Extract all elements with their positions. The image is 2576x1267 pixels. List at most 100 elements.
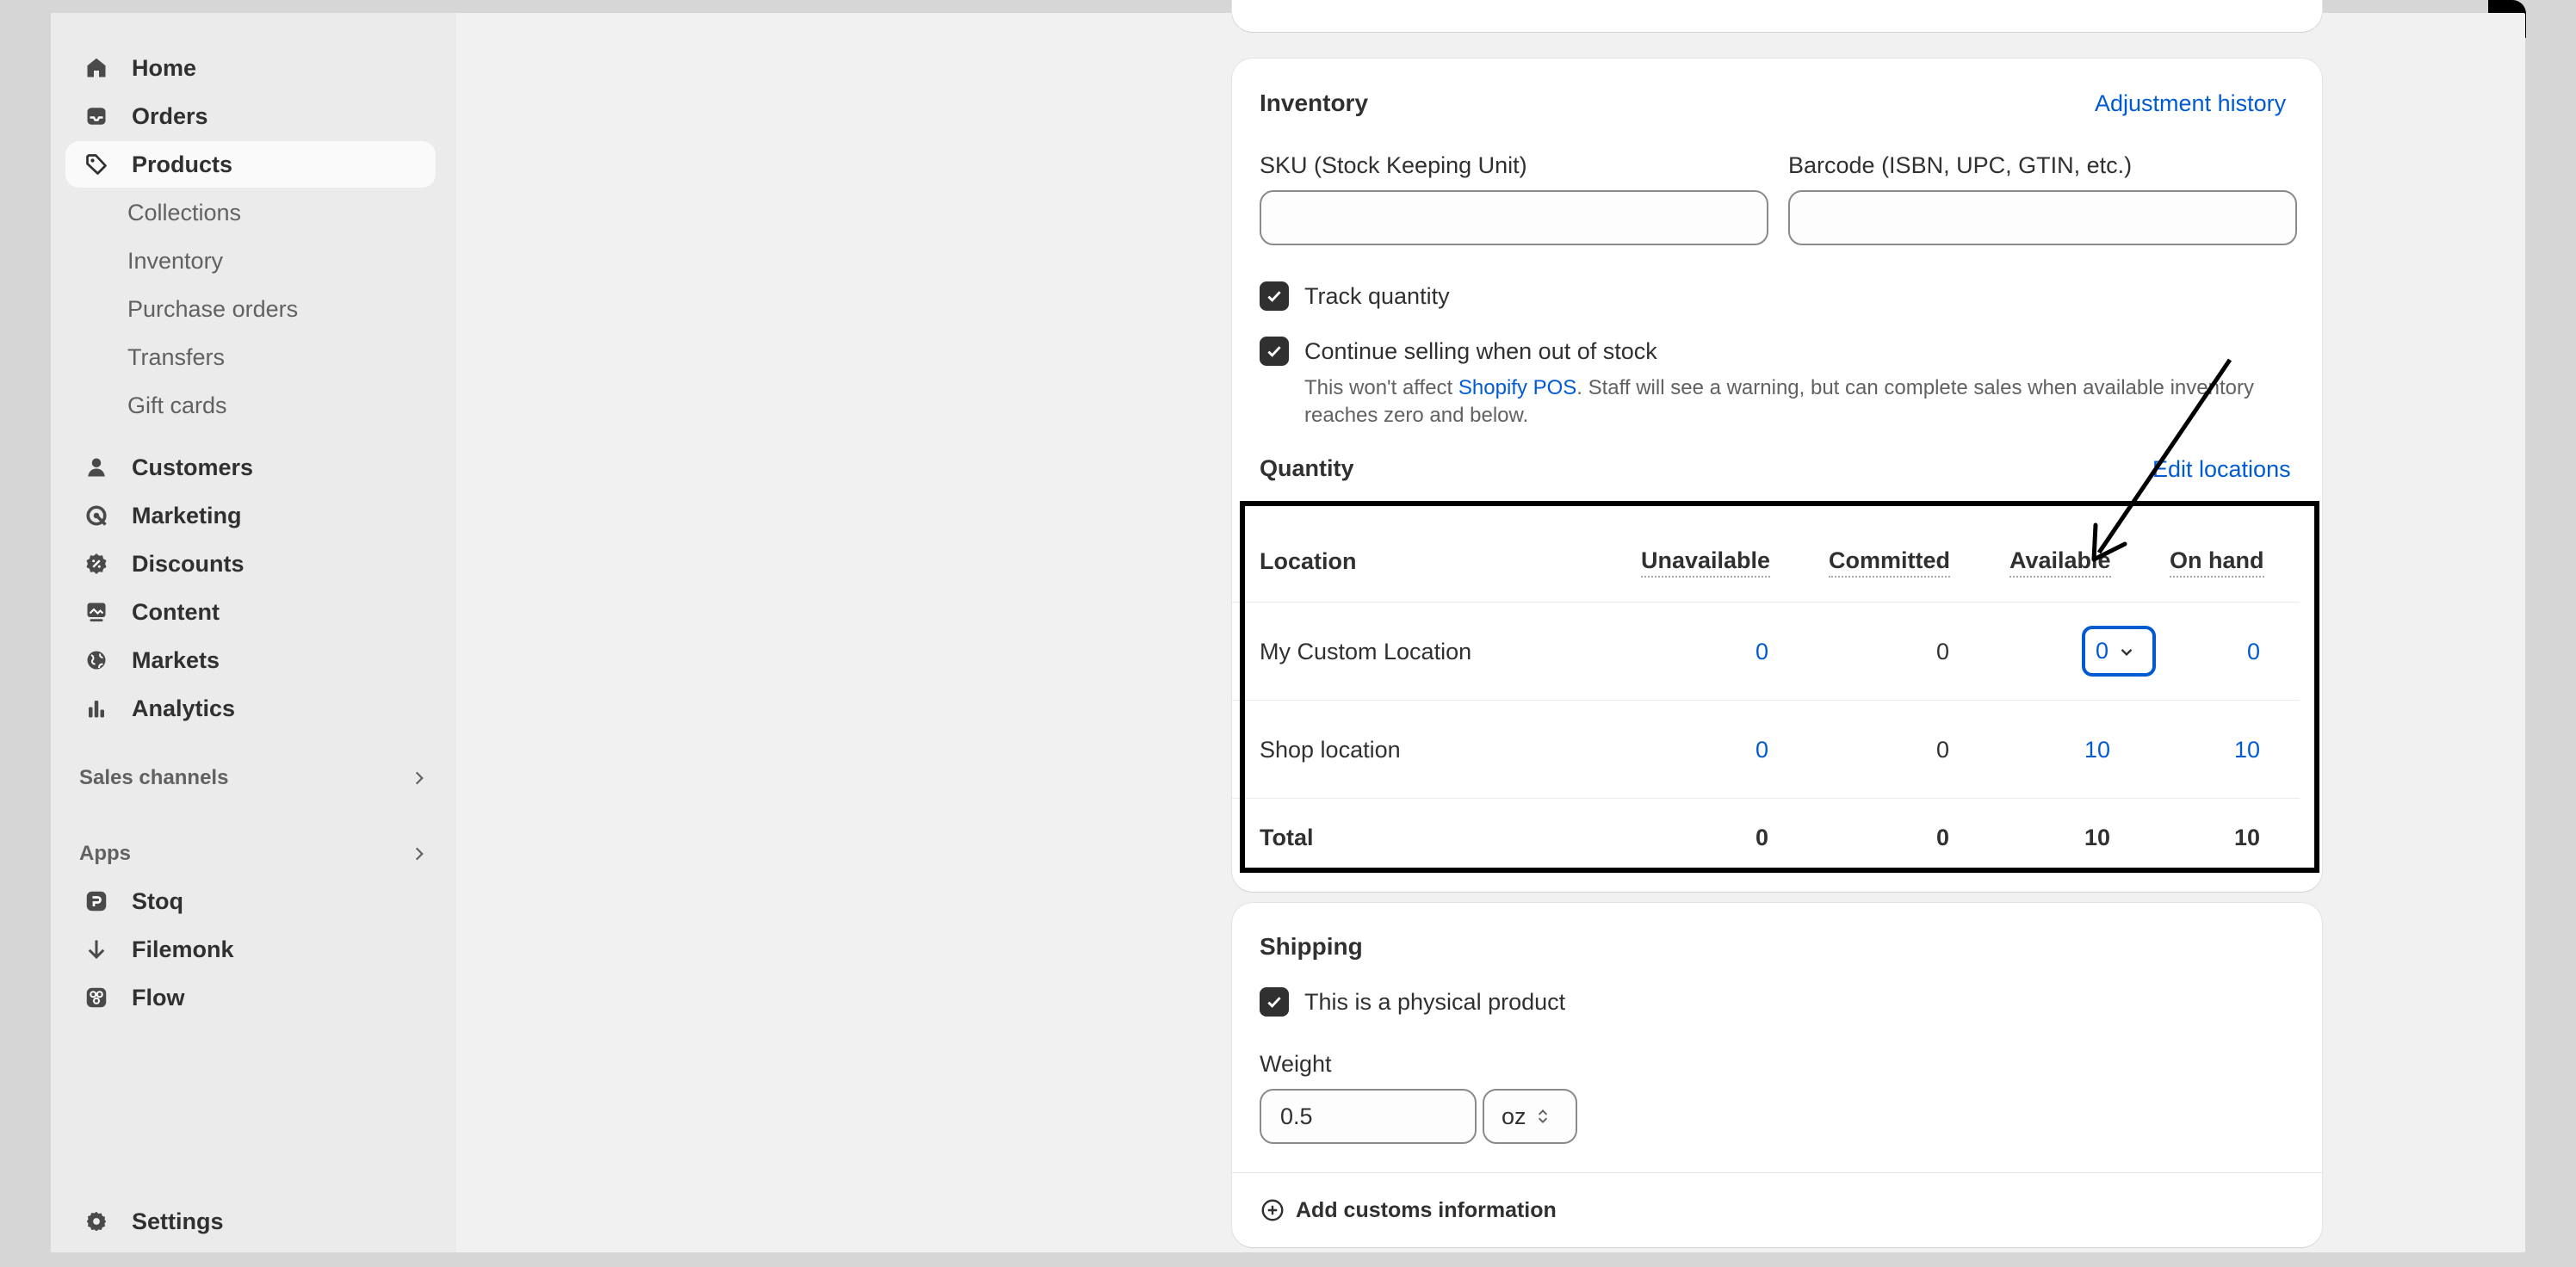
quantity-title: Quantity: [1260, 455, 1354, 481]
annotation-arrow-icon: [2091, 358, 2232, 562]
sku-input[interactable]: [1260, 190, 1768, 245]
sidebar-item-label: Stoq: [132, 887, 183, 914]
globe-icon: [81, 645, 112, 676]
row-available-value[interactable]: 10: [2041, 737, 2110, 763]
help-prefix: This won't affect: [1304, 376, 1458, 399]
inbox-icon: [81, 101, 112, 132]
sidebar-subitem-purchase-orders[interactable]: Purchase orders: [127, 290, 298, 328]
bar-chart-icon: [81, 693, 112, 724]
table-divider: [1232, 602, 2300, 603]
apps-section[interactable]: Apps: [79, 835, 436, 873]
row-on-hand-value[interactable]: 10: [2191, 737, 2260, 763]
stoq-app-icon: [81, 886, 112, 917]
sidebar-subitem-gift-cards[interactable]: Gift cards: [127, 386, 227, 424]
sidebar-item-filemonk[interactable]: Filemonk: [65, 926, 436, 973]
total-available: 10: [2084, 825, 2110, 850]
sidebar-subitem-inventory[interactable]: Inventory: [127, 242, 223, 280]
sidebar-item-label: Analytics: [132, 695, 236, 721]
sidebar-item-discounts[interactable]: Discounts: [65, 541, 436, 587]
row-location-name: My Custom Location: [1260, 639, 1472, 664]
weight-input[interactable]: 0.5: [1260, 1089, 1477, 1144]
chevron-right-icon: [415, 771, 424, 785]
adjustment-history-link[interactable]: Adjustment history: [2095, 90, 2286, 117]
checkmark-icon: [1267, 346, 1281, 357]
sidebar-item-label: Customers: [132, 454, 254, 480]
barcode-input[interactable]: [1788, 190, 2297, 245]
inventory-title: Inventory: [1260, 90, 1369, 116]
table-divider: [1232, 798, 2300, 799]
sidebar-item-label: Filemonk: [132, 936, 234, 962]
weight-label: Weight: [1260, 1051, 1332, 1077]
continue-selling-checkbox[interactable]: [1260, 337, 1289, 366]
target-icon: [81, 500, 112, 531]
person-icon: [81, 452, 112, 483]
total-committed: 0: [1935, 825, 1949, 850]
sidebar-item-orders[interactable]: Orders: [65, 93, 436, 139]
tag-icon: [81, 149, 112, 180]
total-label: Total: [1260, 825, 1314, 850]
card-divider: [1232, 1172, 2322, 1173]
sidebar-item-label: Discounts: [132, 550, 245, 577]
row-location-name: Shop location: [1260, 737, 1401, 763]
sidebar-subitem-transfers[interactable]: Transfers: [127, 338, 225, 376]
sidebar-item-content[interactable]: Content: [65, 589, 436, 635]
sidebar-item-settings[interactable]: Settings: [65, 1198, 436, 1245]
sku-label: SKU (Stock Keeping Unit): [1260, 152, 1527, 178]
sidebar-item-label: Products: [132, 151, 233, 177]
add-customs-label: Add customs information: [1296, 1197, 1557, 1222]
row-unavailable-value[interactable]: 0: [1700, 639, 1768, 665]
row-committed-value: 0: [1935, 737, 1949, 763]
sidebar-item-customers[interactable]: Customers: [65, 444, 436, 491]
row-unavailable-value[interactable]: 0: [1700, 737, 1768, 763]
available-quantity-select[interactable]: 0: [2082, 626, 2156, 677]
apps-label: Apps: [79, 842, 131, 865]
continue-selling-label: Continue selling when out of stock: [1304, 338, 1657, 364]
column-header-committed[interactable]: Committed: [1829, 547, 1950, 578]
previous-card: [1232, 0, 2322, 32]
shipping-title: Shipping: [1260, 933, 1363, 960]
track-quantity-label: Track quantity: [1304, 283, 1450, 309]
sidebar-item-label: Orders: [132, 102, 208, 129]
sidebar-item-marketing[interactable]: Marketing: [65, 492, 436, 539]
sidebar-item-products[interactable]: Products: [65, 141, 436, 188]
checkmark-icon: [1267, 997, 1281, 1008]
weight-unit-value: oz: [1502, 1103, 1526, 1129]
row-committed-value: 0: [1935, 639, 1949, 664]
column-header-unavailable[interactable]: Unavailable: [1641, 547, 1771, 578]
arrow-down-icon: [81, 934, 112, 965]
sidebar-item-analytics[interactable]: Analytics: [65, 685, 436, 732]
select-arrows-icon: [1538, 1109, 1547, 1124]
physical-product-label: This is a physical product: [1304, 989, 1566, 1015]
sidebar-item-label: Markets: [132, 646, 220, 673]
available-quantity-value: 0: [2096, 638, 2109, 664]
home-icon: [81, 53, 112, 83]
add-customs-button[interactable]: Add customs information: [1260, 1197, 1557, 1223]
weight-unit-select[interactable]: oz: [1483, 1089, 1577, 1144]
shipping-card: [1232, 903, 2322, 1247]
sales-channels-label: Sales channels: [79, 766, 229, 789]
sidebar-item-flow[interactable]: Flow: [65, 974, 436, 1021]
sidebar-item-markets[interactable]: Markets: [65, 637, 436, 683]
image-icon: [81, 596, 112, 627]
sidebar-item-home[interactable]: Home: [65, 45, 436, 91]
checkmark-icon: [1267, 291, 1281, 302]
sidebar-item-label: Settings: [132, 1208, 224, 1234]
track-quantity-checkbox[interactable]: [1260, 281, 1289, 311]
sales-channels-section[interactable]: Sales channels: [79, 759, 436, 797]
chevron-right-icon: [415, 847, 424, 861]
discount-icon: [81, 548, 112, 579]
physical-product-checkbox[interactable]: [1260, 987, 1289, 1017]
sidebar-item-label: Flow: [132, 984, 185, 1011]
sidebar-subitem-collections[interactable]: Collections: [127, 194, 241, 232]
total-unavailable: 0: [1755, 825, 1768, 850]
sidebar-item-label: Home: [132, 54, 197, 81]
flow-app-icon: [81, 982, 112, 1013]
plus-circle-icon: [1261, 1199, 1284, 1221]
sidebar-item-label: Content: [132, 598, 220, 625]
chevron-down-icon: [2121, 648, 2133, 656]
shopify-pos-link[interactable]: Shopify POS: [1458, 376, 1576, 399]
sidebar-item-stoq[interactable]: Stoq: [65, 878, 436, 924]
total-on-hand: 10: [2233, 825, 2260, 850]
sidebar-item-label: Marketing: [132, 502, 242, 528]
row-on-hand-value[interactable]: 0: [2191, 639, 2260, 665]
